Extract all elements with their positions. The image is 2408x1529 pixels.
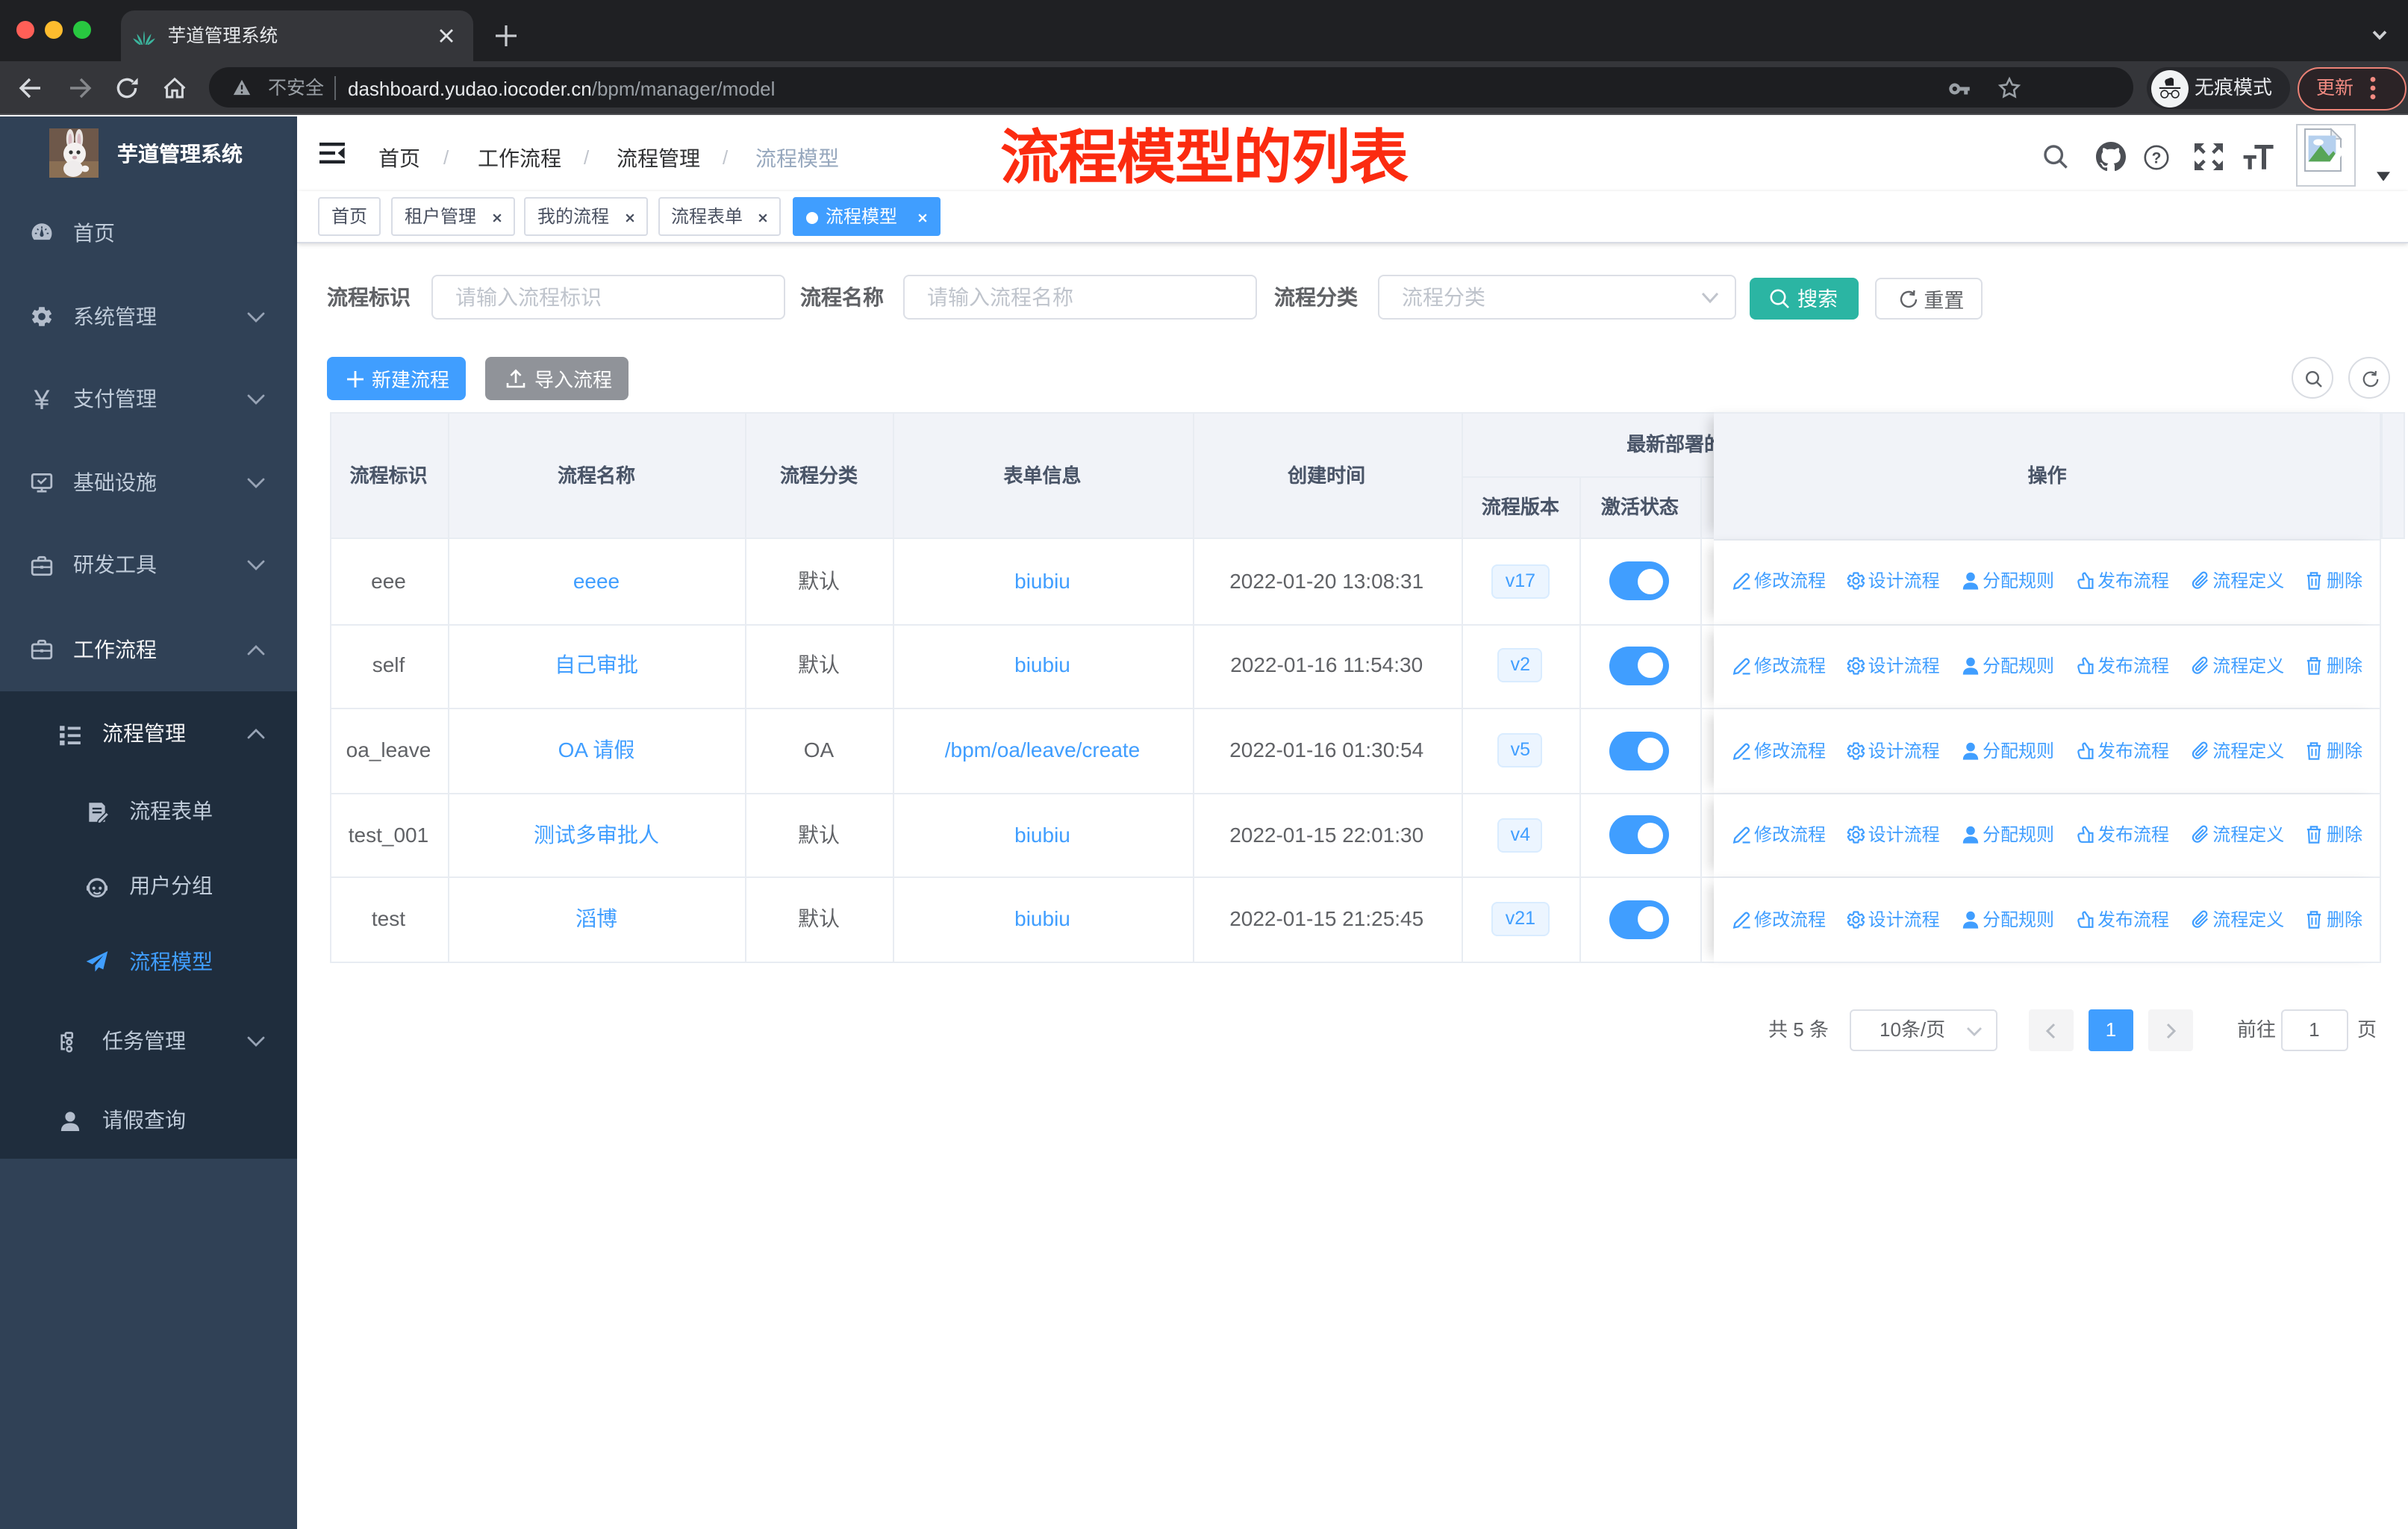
svg-text:?: ? — [2152, 149, 2162, 166]
svg-text:¥: ¥ — [33, 387, 49, 411]
